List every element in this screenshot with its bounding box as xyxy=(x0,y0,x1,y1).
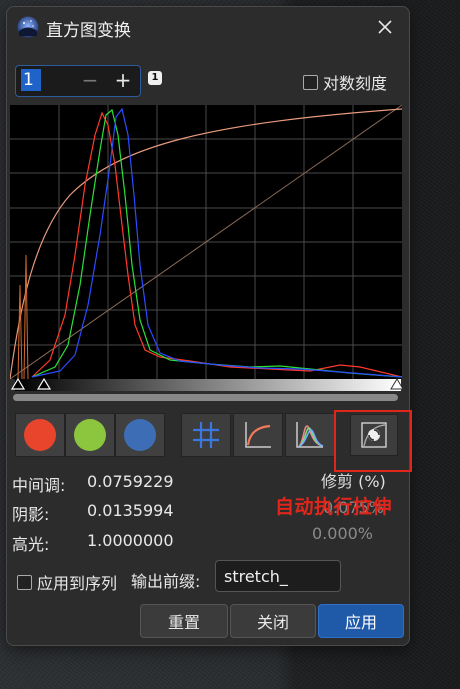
close-button[interactable] xyxy=(371,13,399,41)
shadow-handle[interactable] xyxy=(8,375,68,391)
curve-icon xyxy=(245,422,271,448)
horizontal-scrollbar[interactable] xyxy=(13,394,398,401)
green-circle-icon xyxy=(74,419,106,451)
red-channel-button[interactable] xyxy=(15,413,65,457)
grid-icon xyxy=(193,422,219,448)
window-title: 直方图变换 xyxy=(46,21,131,41)
grid-toggle-button[interactable] xyxy=(181,413,231,457)
log-scale-checkbox[interactable]: 对数刻度 xyxy=(303,70,387,94)
blue-channel-button[interactable] xyxy=(115,413,165,457)
shadows-label: 阴影: xyxy=(12,505,50,524)
output-prefix-label: 输出前缀: xyxy=(131,572,201,591)
midtones-value: 0.0759229 xyxy=(87,472,174,491)
channel-value[interactable]: 1 xyxy=(21,69,41,91)
shadows-value: 0.0135994 xyxy=(87,501,174,520)
close-icon xyxy=(378,20,392,34)
channel-spinbox[interactable]: 1 − + xyxy=(15,65,141,97)
red-circle-icon xyxy=(24,419,56,451)
increment-button[interactable]: + xyxy=(111,68,135,92)
decrement-button[interactable]: − xyxy=(78,68,102,92)
highlights-value: 1.0000000 xyxy=(87,531,174,550)
green-channel-button[interactable] xyxy=(65,413,115,457)
trim-value-highlights: 0.000% xyxy=(312,524,374,543)
reset-button[interactable]: 重置 xyxy=(140,604,228,638)
apply-button[interactable]: 应用 xyxy=(318,604,404,638)
highlights-label: 高光: xyxy=(12,535,50,554)
title-bar[interactable]: 直方图变换 xyxy=(7,7,409,47)
curve-toggle-button[interactable] xyxy=(233,413,283,457)
checkbox-box[interactable] xyxy=(17,574,32,590)
histogram-slider-track[interactable] xyxy=(15,379,401,391)
annotation-highlight-box xyxy=(334,410,412,472)
blue-circle-icon xyxy=(124,419,156,451)
channel-badge: 1 xyxy=(148,71,162,85)
midtones-label: 中间调: xyxy=(12,476,66,495)
log-scale-label: 对数刻度 xyxy=(323,74,388,93)
highlight-handle[interactable] xyxy=(389,375,405,391)
checkbox-box[interactable] xyxy=(303,74,318,90)
annotation-text: 自动执行拉伸 xyxy=(275,496,393,518)
histogram-plot[interactable] xyxy=(10,105,402,379)
histogram-icon xyxy=(296,422,324,448)
output-prefix-input[interactable]: stretch_ xyxy=(215,560,341,592)
histogram-toggle-button[interactable] xyxy=(285,413,335,457)
close-dialog-button[interactable]: 关闭 xyxy=(230,604,316,638)
starfield-icon xyxy=(17,16,39,38)
apply-to-sequence-label: 应用到序列 xyxy=(37,574,118,593)
apply-to-sequence-checkbox[interactable]: 应用到序列 xyxy=(17,570,117,594)
histogram-transform-dialog: 直方图变换 1 − + 1 对数刻度 中间调: 0.0759229 阴影: 0.… xyxy=(6,6,410,646)
